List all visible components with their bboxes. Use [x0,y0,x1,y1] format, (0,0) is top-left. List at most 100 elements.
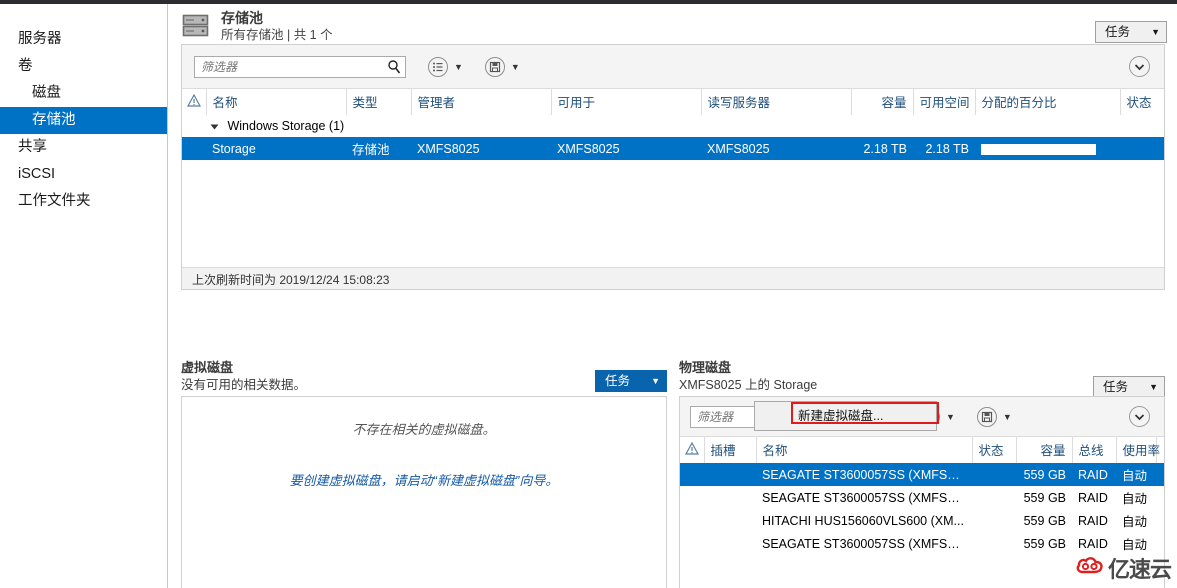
virtual-disks-panel: 虚拟磁盘 没有可用的相关数据。 任务 ▼ 不存在相关的虚拟磁盘。 要创建虚拟磁盘… [181,360,667,588]
col-usage[interactable]: 使用率 [1116,437,1160,463]
cell-disk-name: HITACHI HUS156060VLS600 (XM... [762,513,964,528]
group-row-label-cell: Windows Storage (1) [206,115,1164,137]
cell-disk-capacity: 559 GB [1023,513,1066,528]
cell-bus: RAID [1078,467,1108,482]
cell-disk-name: SEAGATE ST3600057SS (XMFS802... [762,467,972,482]
pools-view-group: ▼ [428,56,463,77]
list-view-icon[interactable] [428,56,448,77]
cell-type: 存储池 [352,143,390,157]
virtual-disks-body: 不存在相关的虚拟磁盘。 要创建虚拟磁盘，请启动“新建虚拟磁盘”向导。 [181,396,667,588]
chevron-down-icon: ▼ [1149,381,1158,392]
sidebar-item-volumes[interactable]: 卷 [0,53,167,80]
sidebar-item-shares[interactable]: 共享 [0,134,167,161]
physical-disks-task-label: 任务 [1103,380,1129,394]
list-view-dropdown-icon[interactable]: ▼ [946,412,955,422]
col-name[interactable]: 名称 [206,89,347,115]
pools-task-button[interactable]: 任务 ▼ [1095,21,1167,43]
virtual-disks-empty-primary: 不存在相关的虚拟磁盘。 [352,422,496,437]
pools-filter-bar: ▼ ▼ [182,45,1164,89]
storage-pools-table: 名称 类型 管理者 可用于 读写服务器 容量 可用空间 分配的百分比 状态 Wi… [182,89,1164,160]
pools-filter-input[interactable] [194,55,406,78]
sidebar-item-storage-pools[interactable]: 存储池 [0,107,167,134]
col-disk-status[interactable]: 状态 [972,437,1017,463]
save-icon[interactable] [484,56,505,77]
storage-pools-panel: ▼ ▼ [181,44,1165,290]
allocation-progress-bar [981,143,1096,155]
save-dropdown-icon[interactable]: ▼ [1003,412,1012,422]
pd-warn-cell [680,509,704,532]
col-bus[interactable]: 总线 [1072,437,1117,463]
cell-bus: RAID [1078,513,1108,528]
pd-scroll-cell [1156,509,1164,532]
virtual-disks-empty-secondary: 要创建虚拟磁盘，请启动“新建虚拟磁盘”向导。 [289,473,559,488]
save-icon[interactable] [976,406,997,427]
col-managed-by[interactable]: 管理者 [411,89,552,115]
cell-bus: RAID [1078,536,1108,551]
collapse-triangle-icon[interactable] [210,124,219,130]
cell-disk-status [972,509,1016,532]
cell-usage: 自动 [1122,538,1148,552]
pd-expand-chevron-down-icon[interactable] [1129,406,1150,427]
pools-status-bar: 上次刷新时间为 2019/12/24 15:08:23 [182,267,1164,289]
cell-slot [704,463,756,486]
col-read-write-server[interactable]: 读写服务器 [701,89,852,115]
col-available-to[interactable]: 可用于 [551,89,702,115]
save-dropdown-icon[interactable]: ▼ [511,62,520,72]
col-type[interactable]: 类型 [346,89,412,115]
pd-header-row: 插槽 名称 状态 容量 总线 使用率 [680,437,1164,463]
cell-usage: 自动 [1122,492,1148,506]
col-status[interactable]: 状态 [1120,89,1164,115]
table-row[interactable]: SEAGATE ST3600057SS (XMFS802... 559 GB R… [680,463,1164,486]
pd-scroll-cell [1156,532,1164,555]
table-group-row[interactable]: Windows Storage (1) [182,115,1164,137]
pools-expand-chevron-down-icon[interactable] [1129,56,1150,77]
sidebar-item-disks[interactable]: 磁盘 [0,80,167,107]
group-spacer [182,115,206,137]
pd-warn-cell [680,486,704,509]
sidebar-item-iscsi[interactable]: iSCSI [0,161,167,188]
group-row-label: Windows Storage (1) [227,119,345,133]
cell-read-write-server: XMFS8025 [707,141,770,156]
server-manager-storage-pools-page: 服务器 卷 磁盘 存储池 共享 iSCSI 工作文件夹 存储池 所有存储池 | … [0,0,1177,588]
pools-filter-wrap [194,55,406,78]
physical-disks-task-button[interactable]: 任务 ▼ [1093,376,1165,398]
lower-panels: 虚拟磁盘 没有可用的相关数据。 任务 ▼ 不存在相关的虚拟磁盘。 要创建虚拟磁盘… [169,360,1177,588]
cell-free-space: 2.18 TB [925,141,969,156]
pools-save-group: ▼ [484,56,520,77]
cell-slot [704,486,756,509]
row-warning-cell [182,137,206,160]
main-content: 存储池 所有存储池 | 共 1 个 任务 ▼ 筛选器 ▼ ▼ 名称 类型 管理者… [169,4,1177,588]
virtual-disks-task-button[interactable]: 任务 ▼ [595,370,667,392]
cell-usage: 自动 [1122,515,1148,529]
table-row[interactable]: HITACHI HUS156060VLS600 (XM... 559 GB RA… [680,509,1164,532]
chevron-down-icon: ▼ [1151,26,1160,37]
col-allocated-percent[interactable]: 分配的百分比 [975,89,1121,115]
table-row[interactable]: SEAGATE ST3600057SS (XMFS802... 559 GB R… [680,532,1164,555]
cell-disk-capacity: 559 GB [1023,467,1066,482]
sidebar-item-servers[interactable]: 服务器 [0,26,167,53]
col-slot[interactable]: 插槽 [704,437,757,463]
table-row[interactable]: Storage 存储池 XMFS8025 XMFS8025 XMFS8025 2… [182,137,1164,160]
col-capacity[interactable]: 容量 [851,89,914,115]
virtual-disks-task-menu: 新建虚拟磁盘... [754,401,937,431]
col-disk-capacity[interactable]: 容量 [1016,437,1073,463]
cell-disk-status [972,463,1016,486]
chevron-down-icon: ▼ [651,375,660,386]
cell-slot [704,532,756,555]
menu-item-new-virtual-disk[interactable]: 新建虚拟磁盘... [792,405,932,427]
table-row[interactable]: SEAGATE ST3600057SS (XMFS802... 559 GB R… [680,486,1164,509]
cell-bus: RAID [1078,490,1108,505]
col-free-space[interactable]: 可用空间 [913,89,976,115]
cell-disk-status [972,532,1016,555]
col-disk-name[interactable]: 名称 [756,437,973,463]
physical-disks-header: 物理磁盘 XMFS8025 上的 Storage 任务 ▼ [679,360,1165,398]
cell-disk-status [972,486,1016,509]
cell-disk-name: SEAGATE ST3600057SS (XMFS802... [762,490,972,505]
physical-disks-panel: 物理磁盘 XMFS8025 上的 Storage 任务 ▼ 筛选器 ▼ ▼ 插槽… [679,360,1165,588]
storage-pools-header: 存储池 所有存储池 | 共 1 个 任务 ▼ [169,4,1177,44]
cell-status [1120,137,1164,160]
sidebar-item-work-folders[interactable]: 工作文件夹 [0,188,167,215]
list-view-dropdown-icon[interactable]: ▼ [454,62,463,72]
virtual-disks-header: 虚拟磁盘 没有可用的相关数据。 任务 ▼ [181,360,667,396]
virtual-disks-task-label: 任务 [605,374,631,388]
